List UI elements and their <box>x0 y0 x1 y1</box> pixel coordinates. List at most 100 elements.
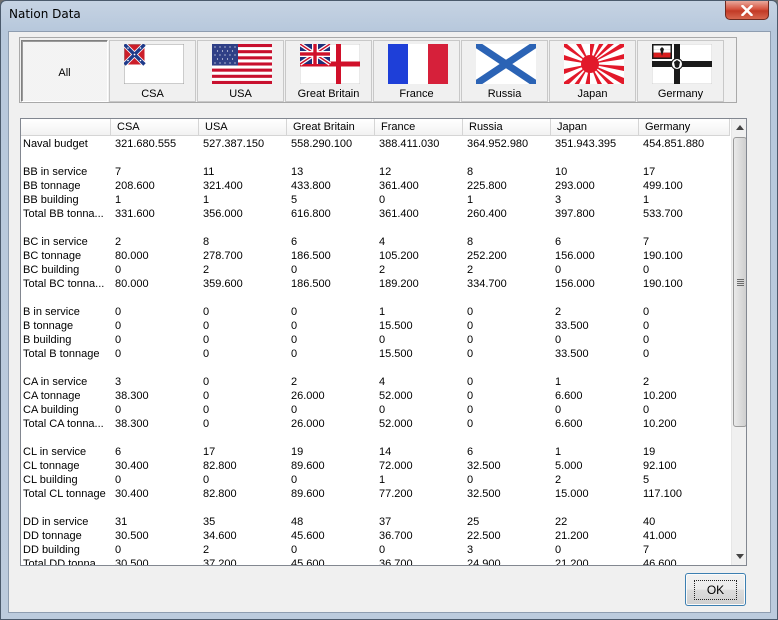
column-header[interactable]: USA <box>199 119 287 136</box>
tab-usa[interactable]: USA <box>197 40 284 102</box>
table-row[interactable]: CL in service 6 17 19 14 6 1 19 <box>21 445 730 459</box>
table-row[interactable]: Total CL tonnage 30.400 82.800 89.600 77.200… <box>21 487 730 501</box>
tab-russia[interactable]: Russia <box>461 40 548 102</box>
table-cell <box>375 291 463 305</box>
usa-flag-icon <box>212 44 272 84</box>
table-cell: 0 <box>467 376 474 388</box>
column-header[interactable]: Germany <box>639 119 730 136</box>
table-row[interactable]: DD in service 31 35 48 37 25 22 40 <box>21 515 730 529</box>
table-row[interactable] <box>21 501 730 515</box>
row-label: BC building <box>23 264 80 276</box>
table-row[interactable]: BB in service 7 11 13 12 8 10 17 <box>21 165 730 179</box>
table-cell: 17 <box>643 166 656 178</box>
column-header[interactable]: Russia <box>463 119 551 136</box>
table-cell <box>111 221 199 235</box>
tab-all[interactable]: All <box>21 40 108 102</box>
tab-japan[interactable]: Japan <box>549 40 636 102</box>
scroll-thumb[interactable] <box>733 137 746 427</box>
table-cell: 0 <box>203 376 210 388</box>
table-cell: 14 <box>379 446 392 458</box>
table-cell: 397.800 <box>555 208 595 220</box>
vertical-scrollbar[interactable] <box>731 119 746 565</box>
table-row[interactable]: Total BC tonna... 80.000 359.600 186.500 189… <box>21 277 730 291</box>
table-cell <box>375 431 463 445</box>
table-row[interactable]: BC tonnage 80.000 278.700 186.500 105.200 252… <box>21 249 730 263</box>
table-cell <box>639 361 730 375</box>
column-header-label[interactable] <box>21 119 111 136</box>
table-cell: 5 <box>291 194 298 206</box>
table-cell: 0 <box>291 320 298 332</box>
table-cell <box>287 151 375 165</box>
ok-button[interactable]: OK <box>685 573 746 606</box>
table-row[interactable]: CA in service 3 0 2 4 0 1 2 <box>21 375 730 389</box>
table-row[interactable]: Naval budget 321.680.555 527.387.150 558.29… <box>21 137 730 151</box>
tab-france[interactable]: France <box>373 40 460 102</box>
table-cell: 190.100 <box>643 278 683 290</box>
table-cell: 0 <box>643 306 650 318</box>
row-label: B tonnage <box>23 320 74 332</box>
table-row[interactable]: Total CA tonna... 38.300 0 26.000 52.000 0 6.6… <box>21 417 730 431</box>
table-cell: 321.680.555 <box>115 138 177 150</box>
table-cell: 0 <box>291 404 298 416</box>
table-cell: 0 <box>203 334 210 346</box>
table-cell: 0 <box>115 334 122 346</box>
table-row[interactable] <box>21 431 730 445</box>
table-row[interactable]: Total BB tonna... 331.600 356.000 616.800 36… <box>21 207 730 221</box>
table-row[interactable]: CL tonnage 30.400 82.800 89.600 72.000 32.500… <box>21 459 730 473</box>
scroll-down-button[interactable] <box>732 548 746 565</box>
table-row[interactable]: Total B tonnage 0 0 0 15.500 0 33.500 0 <box>21 347 730 361</box>
table-row[interactable] <box>21 151 730 165</box>
table-cell: 33.500 <box>555 320 589 332</box>
column-header[interactable]: CSA <box>111 119 199 136</box>
table-row[interactable]: CA building 0 0 0 0 0 0 0 <box>21 403 730 417</box>
table-cell: 2 <box>291 376 298 388</box>
tab-label: Great Britain <box>297 88 360 100</box>
table-row[interactable]: DD building 0 2 0 0 3 0 7 <box>21 543 730 557</box>
table-body: Naval budget 321.680.555 527.387.150 558.29… <box>21 137 730 565</box>
table-cell: 0 <box>643 320 650 332</box>
row-label <box>21 501 111 515</box>
tab-germany[interactable]: Germany <box>637 40 724 102</box>
tab-label: Germany <box>657 88 704 100</box>
table-cell: 616.800 <box>291 208 331 220</box>
row-label: B building <box>23 334 72 346</box>
table-row[interactable]: DD tonnage 30.500 34.600 45.600 36.700 22.500… <box>21 529 730 543</box>
table-row[interactable]: BB tonnage 208.600 321.400 433.800 361.400 22… <box>21 179 730 193</box>
table-row[interactable]: BC building 0 2 0 2 2 0 0 <box>21 263 730 277</box>
tab-great-britain[interactable]: Great Britain <box>285 40 372 102</box>
column-header[interactable]: Great Britain <box>287 119 375 136</box>
table-row[interactable] <box>21 221 730 235</box>
table-cell: 0 <box>115 306 122 318</box>
scroll-up-button[interactable] <box>732 119 746 136</box>
table-row[interactable]: CL building 0 0 0 1 0 2 5 <box>21 473 730 487</box>
title-bar[interactable]: Nation Data <box>1 1 777 31</box>
table-cell <box>111 431 199 445</box>
table-cell <box>199 151 287 165</box>
table-cell: 0 <box>291 348 298 360</box>
table-row[interactable]: B in service 0 0 0 1 0 2 0 <box>21 305 730 319</box>
table-row[interactable]: CA tonnage 38.300 0 26.000 52.000 0 6.600 10.20… <box>21 389 730 403</box>
table-row[interactable]: B building 0 0 0 0 0 0 0 <box>21 333 730 347</box>
column-header[interactable]: Japan <box>551 119 639 136</box>
table-cell: 208.600 <box>115 180 155 192</box>
table-row[interactable]: Total DD tonna... 30.500 37.200 45.600 36.70… <box>21 557 730 565</box>
nation-data-table[interactable]: CSA USA Great Britain France Russia Japan Germ… <box>20 118 747 566</box>
table-cell: 2 <box>379 264 386 276</box>
dialog-client-area: All CSA USA Great Britain France Russia … <box>8 31 771 613</box>
table-row[interactable] <box>21 361 730 375</box>
table-row[interactable]: BB building 1 1 5 0 1 3 1 <box>21 193 730 207</box>
table-row[interactable] <box>21 291 730 305</box>
tab-csa[interactable]: CSA <box>109 40 196 102</box>
row-label <box>21 291 111 305</box>
close-button[interactable] <box>725 1 769 20</box>
table-cell <box>463 291 551 305</box>
table-cell <box>287 221 375 235</box>
table-cell: 8 <box>203 236 210 248</box>
table-cell: 89.600 <box>291 460 325 472</box>
table-cell: 0 <box>643 348 650 360</box>
column-header[interactable]: France <box>375 119 463 136</box>
table-row[interactable]: BC in service 2 8 6 4 8 6 7 <box>21 235 730 249</box>
row-label <box>21 431 111 445</box>
table-row[interactable]: B tonnage 0 0 0 15.500 0 33.500 0 <box>21 319 730 333</box>
table-cell: 22.500 <box>467 530 501 542</box>
